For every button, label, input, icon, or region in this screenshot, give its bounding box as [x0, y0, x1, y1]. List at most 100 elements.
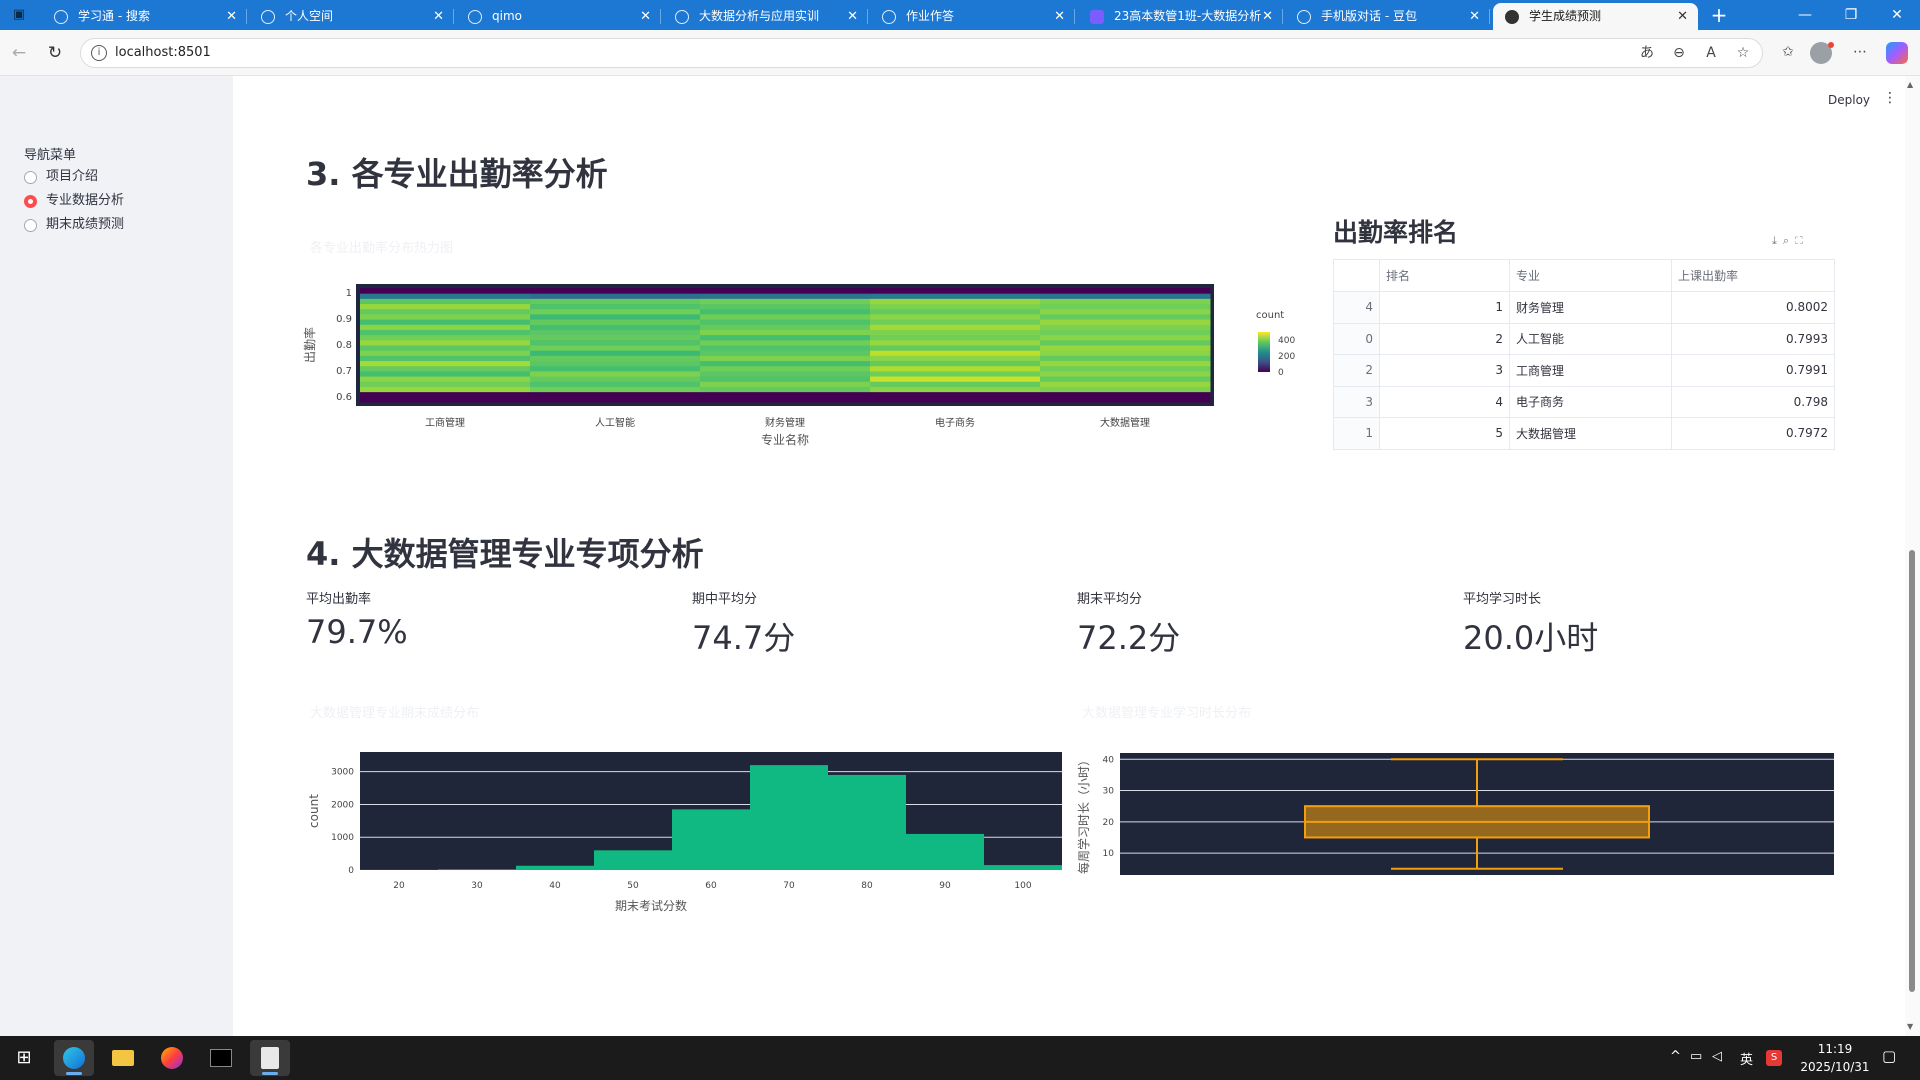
- table-header[interactable]: 专业: [1509, 259, 1672, 292]
- radio-option-major-analysis[interactable]: 专业数据分析: [24, 190, 124, 212]
- network-icon[interactable]: ▭: [1690, 1049, 1702, 1064]
- row-index: 0: [1333, 323, 1380, 355]
- file-explorer-icon[interactable]: [103, 1040, 143, 1076]
- heatmap-cell: [870, 334, 1041, 341]
- sogou-ime-icon[interactable]: S: [1766, 1050, 1782, 1066]
- firefox-icon[interactable]: [152, 1040, 192, 1076]
- main-menu-icon[interactable]: ⋮: [1883, 90, 1897, 106]
- table-header[interactable]: 上课出勤率: [1671, 259, 1835, 292]
- heatmap-cell: [360, 313, 531, 320]
- browser-tab[interactable]: 个人空间 ✕: [249, 3, 454, 30]
- scroll-down-icon[interactable]: ▼: [1907, 1022, 1913, 1031]
- ranking-table[interactable]: 排名 专业 上课出勤率 4 1 财务管理 0.8002 0 2 人工智能 0.7993 2 3 工商…: [1333, 259, 1835, 450]
- deploy-button[interactable]: Deploy: [1828, 93, 1870, 107]
- volume-icon[interactable]: ◁: [1712, 1049, 1722, 1064]
- close-tab-icon[interactable]: ✕: [433, 3, 444, 30]
- table-row[interactable]: 2 3 工商管理 0.7991: [1333, 354, 1835, 387]
- browser-tab[interactable]: 作业作答 ✕: [870, 3, 1075, 30]
- heatmap-cell: [700, 396, 871, 403]
- heatmap-cell: [870, 319, 1041, 325]
- heatmap-cell: [1040, 376, 1211, 382]
- heatmap-cell: [870, 396, 1041, 403]
- x-tick-label: 20: [393, 881, 405, 891]
- table-header[interactable]: 排名: [1379, 259, 1510, 292]
- table-row[interactable]: 1 5 大数据管理 0.7972: [1333, 417, 1835, 450]
- zoom-icon[interactable]: ⊖: [1665, 39, 1693, 67]
- copilot-icon[interactable]: [1886, 42, 1908, 64]
- tray-expand-icon[interactable]: ^: [1670, 1049, 1681, 1064]
- translate-icon[interactable]: あ: [1633, 39, 1661, 67]
- edge-browser-icon[interactable]: [54, 1040, 94, 1076]
- refresh-button[interactable]: ↻: [42, 40, 68, 66]
- radio-label: 专业数据分析: [46, 193, 125, 208]
- restore-button[interactable]: ❐: [1828, 0, 1874, 30]
- rate-cell: 0.8002: [1671, 291, 1835, 324]
- radio-option-intro[interactable]: 项目介绍: [24, 166, 98, 188]
- terminal-icon[interactable]: [201, 1040, 241, 1076]
- scrollbar-thumb[interactable]: [1909, 550, 1915, 992]
- scroll-up-icon[interactable]: ▲: [1907, 80, 1913, 89]
- close-tab-icon[interactable]: ✕: [847, 3, 858, 30]
- close-tab-icon[interactable]: ✕: [226, 3, 237, 30]
- ime-indicator[interactable]: 英: [1740, 1049, 1753, 1068]
- radio-option-final-prediction[interactable]: 期末成绩预测: [24, 214, 124, 236]
- minimize-button[interactable]: —: [1782, 0, 1828, 30]
- heatmap-cell: [360, 298, 531, 305]
- browser-tab[interactable]: 23高本数管1班-大数据分析 ✕: [1078, 3, 1283, 30]
- browser-tab[interactable]: qimo ✕: [456, 3, 661, 30]
- heatmap-cell: [1040, 324, 1211, 330]
- favorite-star-icon[interactable]: ☆: [1729, 39, 1757, 67]
- tab-separator: [1074, 9, 1075, 24]
- address-field[interactable]: i localhost:8501 あ ⊖ A ☆: [80, 38, 1763, 68]
- heatmap-cell: [360, 293, 531, 299]
- browser-tab[interactable]: 学习通 - 搜索 ✕: [42, 3, 247, 30]
- more-menu-icon[interactable]: ⋯: [1846, 38, 1874, 66]
- table-row[interactable]: 3 4 电子商务 0.798: [1333, 386, 1835, 418]
- tab-actions-icon[interactable]: ▣: [8, 6, 30, 24]
- browser-tab[interactable]: 学生成绩预测 ✕: [1493, 3, 1698, 30]
- search-icon[interactable]: ⌕: [1783, 234, 1795, 247]
- table-row[interactable]: 0 2 人工智能 0.7993: [1333, 323, 1835, 355]
- clock-time: 11:19: [1817, 1042, 1853, 1056]
- heatmap-cell: [870, 381, 1041, 387]
- read-aloud-icon[interactable]: A: [1697, 39, 1725, 67]
- close-tab-icon[interactable]: ✕: [1054, 3, 1065, 30]
- close-window-button[interactable]: ✕: [1874, 0, 1920, 30]
- system-clock[interactable]: 11:19 2025/10/31: [1795, 1040, 1875, 1076]
- table-header[interactable]: [1333, 259, 1380, 292]
- sidebar-title: 导航菜单: [24, 148, 77, 163]
- heatmap-cell: [1040, 303, 1211, 310]
- site-info-icon[interactable]: i: [91, 45, 107, 61]
- histogram-title: 大数据管理专业期末成绩分布: [310, 706, 480, 721]
- metric-label: 期末平均分: [1077, 592, 1143, 607]
- radio-dot-icon[interactable]: [24, 219, 37, 232]
- back-button[interactable]: ←: [6, 40, 32, 66]
- heatmap-cell: [530, 350, 701, 356]
- close-tab-icon[interactable]: ✕: [1469, 3, 1480, 30]
- heatmap-cell: [360, 288, 531, 294]
- favorites-icon[interactable]: ✩: [1774, 38, 1802, 66]
- start-windows-icon[interactable]: ⊞: [4, 1040, 44, 1076]
- metric-value: 74.7分: [692, 619, 796, 657]
- browser-tab[interactable]: 手机版对话 - 豆包 ✕: [1285, 3, 1490, 30]
- python-editor-icon[interactable]: [250, 1040, 290, 1076]
- y-tick-label: 0.7: [336, 366, 352, 377]
- new-tab-button[interactable]: +: [1706, 2, 1732, 28]
- tab-title: 学习通 - 搜索: [78, 9, 150, 23]
- close-tab-icon[interactable]: ✕: [1677, 3, 1688, 30]
- fullscreen-icon[interactable]: ⛶: [1795, 234, 1809, 247]
- major-cell: 人工智能: [1509, 323, 1672, 355]
- heatmap-cell: [700, 303, 871, 310]
- notification-icon[interactable]: ▢: [1882, 1047, 1896, 1065]
- close-tab-icon[interactable]: ✕: [640, 3, 651, 30]
- download-icon[interactable]: ⤓: [1772, 234, 1783, 247]
- heatmap-cell: [1040, 293, 1211, 299]
- table-row[interactable]: 4 1 财务管理 0.8002: [1333, 291, 1835, 324]
- boxplot-title: 大数据管理专业学习时长分布: [1082, 706, 1252, 721]
- close-tab-icon[interactable]: ✕: [1262, 3, 1273, 30]
- x-tick-label: 90: [939, 881, 951, 891]
- radio-dot-icon[interactable]: [24, 171, 37, 184]
- browser-tab[interactable]: 大数据分析与应用实训 ✕: [663, 3, 868, 30]
- radio-dot-icon[interactable]: [24, 195, 37, 208]
- tab-title: qimo: [492, 9, 522, 23]
